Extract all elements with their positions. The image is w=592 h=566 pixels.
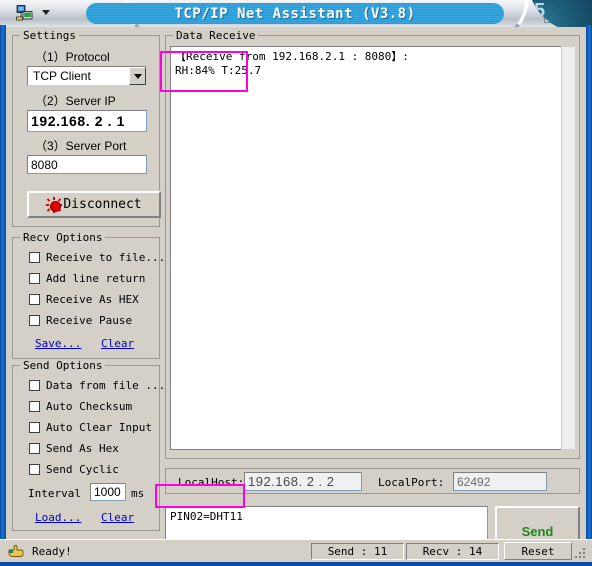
reset-button-label: Reset: [521, 544, 555, 558]
checkbox-send-as-hex[interactable]: Send As Hex: [29, 442, 119, 455]
send-options-group-label: Send Options: [20, 359, 106, 372]
status-send-count: Send : 11: [311, 542, 404, 560]
checkbox-label: Auto Clear Input: [46, 421, 152, 434]
checkbox-receive-to-file[interactable]: Receive to file...: [29, 251, 165, 264]
send-load-link[interactable]: Load...: [35, 511, 81, 524]
checkbox-label: Auto Checksum: [46, 400, 133, 413]
chevron-down-icon[interactable]: [129, 67, 146, 85]
send-clear-link[interactable]: Clear: [101, 511, 134, 524]
checkbox-receive-as-hex[interactable]: Receive As HEX: [29, 293, 139, 306]
checkbox-icon[interactable]: [29, 401, 40, 412]
disconnect-button[interactable]: Disconnect: [27, 191, 161, 218]
interval-input[interactable]: 1000: [90, 483, 126, 501]
settings-group-label: Settings: [20, 29, 79, 42]
checkbox-icon[interactable]: [29, 273, 40, 284]
localhost-input[interactable]: 192.168. 2 . 2: [244, 472, 362, 491]
checkbox-data-from-file[interactable]: Data from file ...: [29, 379, 165, 392]
recv-clear-link[interactable]: Clear: [101, 337, 134, 350]
checkbox-label: Receive Pause: [46, 314, 133, 327]
server-ip-label: （2）Server IP: [35, 94, 116, 108]
status-recv-count: Recv : 14: [406, 542, 499, 560]
reset-button[interactable]: Reset: [504, 542, 572, 560]
overlay-digit: 5: [534, 0, 546, 22]
recv-options-group-label: Recv Options: [20, 231, 106, 244]
checkbox-label: Send Cyclic: [46, 463, 119, 476]
send-options-group: Send Options Data from file ... Auto Che…: [12, 359, 165, 531]
checkbox-label: Add line return: [46, 272, 146, 285]
resize-grip-icon[interactable]: [573, 546, 587, 560]
checkbox-label: Data from file ...: [46, 379, 166, 392]
localport-label: LocalPort:: [378, 476, 445, 489]
checkbox-icon[interactable]: [29, 252, 40, 263]
localhost-label: LocalHost:: [178, 476, 245, 489]
checkbox-label: Send As Hex: [46, 442, 119, 455]
window-title: TCP/IP Net Assistant (V3.8): [174, 5, 416, 22]
checkbox-icon[interactable]: [29, 464, 40, 475]
title-bar: TCP/IP Net Assistant (V3.8) 5: [0, 0, 592, 27]
client-area: Settings （1）Protocol TCP Client （2）Serve…: [6, 27, 586, 562]
protocol-label: （1）Protocol: [35, 50, 110, 64]
checkbox-receive-pause[interactable]: Receive Pause: [29, 314, 132, 327]
status-bar: Ready! Send : 11 Recv : 14 Reset: [0, 539, 592, 562]
recv-save-link[interactable]: Save...: [35, 337, 81, 350]
network-computers-icon[interactable]: [16, 5, 34, 21]
disconnect-button-label: Disconnect: [63, 197, 142, 212]
data-receive-textarea[interactable]: 【Receive from 192.168.2.1 : 8080】: RH:84…: [170, 46, 562, 450]
settings-group: Settings （1）Protocol TCP Client （2）Serve…: [12, 29, 161, 227]
checkbox-add-line-return[interactable]: Add line return: [29, 272, 145, 285]
chevron-down-icon[interactable]: [42, 10, 50, 15]
checkbox-icon[interactable]: [29, 294, 40, 305]
title-pill: TCP/IP Net Assistant (V3.8): [86, 3, 504, 24]
protocol-selected-value: TCP Client: [33, 69, 91, 83]
send-button-label: Send: [521, 523, 554, 539]
interval-label: Interval: [28, 487, 81, 500]
server-port-input[interactable]: 8080: [27, 155, 147, 174]
checkbox-auto-clear-input[interactable]: Auto Clear Input: [29, 421, 152, 434]
interval-unit-label: ms: [131, 487, 145, 500]
checkbox-auto-checksum[interactable]: Auto Checksum: [29, 400, 132, 413]
checkbox-icon[interactable]: [29, 315, 40, 326]
pointing-hand-icon: [8, 545, 24, 557]
connection-info-bar: LocalHost: 192.168. 2 . 2 LocalPort: 624…: [165, 468, 580, 494]
window-border-right: [586, 25, 592, 566]
window-border-bottom: [0, 562, 592, 566]
status-ready-text: Ready!: [32, 544, 72, 558]
checkbox-icon[interactable]: [29, 380, 40, 391]
checkbox-icon[interactable]: [29, 443, 40, 454]
checkbox-send-cyclic[interactable]: Send Cyclic: [29, 463, 119, 476]
localport-input[interactable]: 62492: [453, 472, 547, 491]
server-ip-input[interactable]: 192.168. 2 . 1: [27, 110, 147, 132]
checkbox-icon[interactable]: [29, 422, 40, 433]
recv-options-group: Recv Options Receive to file... Add line…: [12, 231, 165, 359]
red-led-icon: [46, 196, 63, 213]
data-receive-group: Data Receive 【Receive from 192.168.2.1 :…: [165, 29, 580, 459]
data-receive-scrollbar[interactable]: [561, 46, 576, 450]
overlay-badge: 5: [528, 0, 592, 27]
server-port-label: （3）Server Port: [35, 139, 127, 153]
application-window: TCP/IP Net Assistant (V3.8) 5 Settings （…: [0, 0, 592, 566]
protocol-select[interactable]: TCP Client: [27, 66, 147, 86]
checkbox-label: Receive to file...: [46, 251, 166, 264]
checkbox-label: Receive As HEX: [46, 293, 139, 306]
data-receive-group-label: Data Receive: [173, 29, 259, 42]
